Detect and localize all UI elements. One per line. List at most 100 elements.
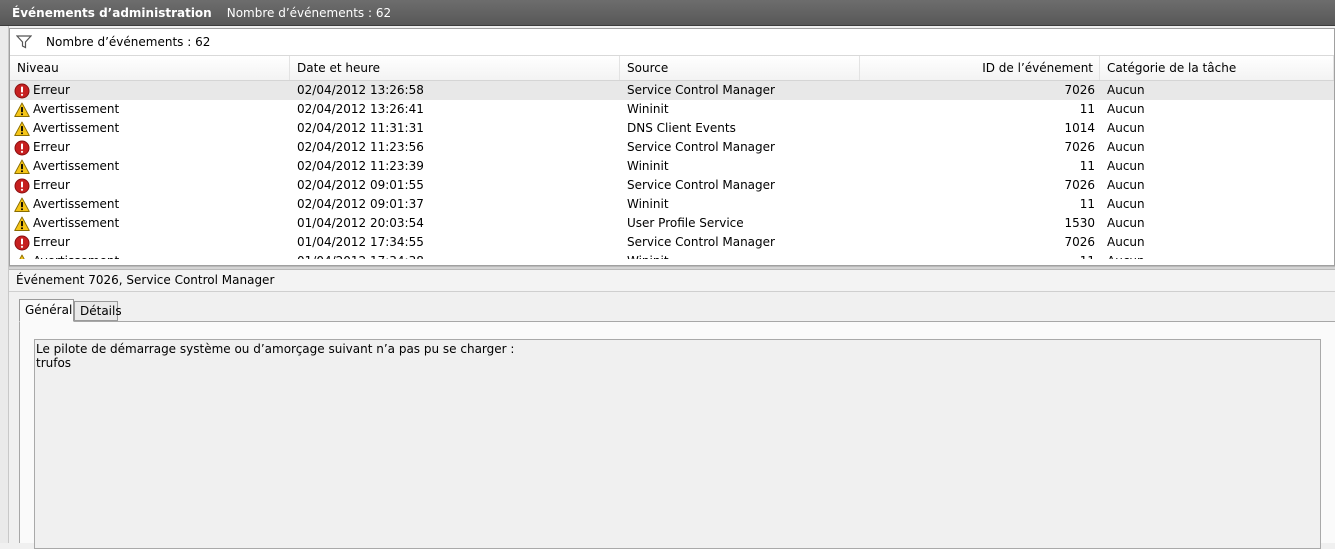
- level-cell: Erreur: [14, 138, 289, 157]
- event-id-cell: 7026: [1064, 235, 1095, 249]
- filter-bar: Nombre d’événements : 62: [10, 29, 1334, 56]
- page-title: Événements d’administration: [12, 5, 212, 20]
- filter-icon[interactable]: [16, 35, 32, 49]
- date-cell: 02/04/2012 13:26:41: [297, 102, 424, 116]
- message-line: Le pilote de démarrage système ou d’amor…: [36, 342, 515, 356]
- table-row[interactable]: Avertissement 02/04/2012 11:31:31 DNS Clie…: [10, 119, 1334, 138]
- table-row[interactable]: Erreur 02/04/2012 09:01:55 Service Control…: [10, 176, 1334, 195]
- event-detail-title: Événement 7026, Service Control Manager: [9, 270, 1335, 292]
- events-table-body: Erreur 02/04/2012 13:26:58 Service Control…: [10, 81, 1334, 259]
- event-id-cell: 1014: [1064, 121, 1095, 135]
- source-cell: DNS Client Events: [627, 121, 736, 135]
- tab-general[interactable]: Général: [19, 299, 74, 322]
- warning-icon: [14, 254, 33, 259]
- event-id-cell: 11: [861, 252, 1095, 259]
- event-id-cell: 11: [1079, 197, 1095, 211]
- error-icon: [14, 140, 33, 156]
- level-text: Avertissement: [33, 159, 120, 173]
- table-row[interactable]: Avertissement 01/04/2012 17:34:38 Wininit 1…: [10, 252, 1334, 259]
- level-text: Erreur: [33, 178, 70, 192]
- source-cell: Wininit: [627, 252, 669, 259]
- table-row[interactable]: Avertissement 02/04/2012 09:01:37 Wininit 1…: [10, 195, 1334, 214]
- date-cell: 01/04/2012 20:03:54: [297, 216, 424, 230]
- level-cell: Erreur: [14, 233, 289, 252]
- table-row[interactable]: Erreur 02/04/2012 11:23:56 Service Control…: [10, 138, 1334, 157]
- source-cell: Service Control Manager: [627, 140, 775, 154]
- level-cell: Avertissement: [14, 119, 289, 138]
- source-cell: Wininit: [627, 102, 669, 116]
- date-cell: 02/04/2012 09:01:37: [297, 197, 424, 211]
- warning-icon: [14, 197, 33, 213]
- general-tab-panel: Le pilote de démarrage système ou d’amor…: [19, 321, 1335, 549]
- date-cell: 02/04/2012 13:26:58: [297, 83, 424, 97]
- level-cell: Avertissement: [14, 100, 289, 119]
- level-text: Avertissement: [33, 121, 120, 135]
- error-icon: [14, 83, 33, 99]
- event-id-cell: 1530: [1064, 216, 1095, 230]
- event-message-box[interactable]: Le pilote de démarrage système ou d’amor…: [34, 339, 1321, 549]
- date-cell: 02/04/2012 11:23:56: [297, 140, 424, 154]
- level-cell: Erreur: [14, 176, 289, 195]
- task-category-cell: Aucun: [1107, 178, 1145, 192]
- task-category-cell: Aucun: [1107, 235, 1145, 249]
- header-event-count: Nombre d’événements : 62: [226, 5, 392, 20]
- level-text: Avertissement: [33, 197, 120, 211]
- level-text: Avertissement: [33, 102, 120, 116]
- level-text: Erreur: [33, 140, 70, 154]
- source-cell: Service Control Manager: [627, 235, 775, 249]
- table-header: Niveau Date et heure Source ID de l’évén…: [10, 56, 1334, 81]
- error-icon: [14, 178, 33, 194]
- source-cell: Wininit: [627, 159, 669, 173]
- source-cell: Wininit: [627, 197, 669, 211]
- level-text: Avertissement: [33, 252, 119, 259]
- level-cell: Erreur: [14, 81, 289, 100]
- left-pane-edge: [0, 26, 9, 543]
- task-category-cell: Aucun: [1107, 197, 1145, 211]
- table-row[interactable]: Erreur 02/04/2012 13:26:58 Service Control…: [10, 81, 1334, 100]
- level-text: Avertissement: [33, 216, 120, 230]
- task-category-cell: Aucun: [1107, 102, 1145, 116]
- level-cell: Avertissement: [14, 252, 289, 259]
- source-cell: User Profile Service: [627, 216, 744, 230]
- level-text: Erreur: [33, 235, 70, 249]
- task-category-cell: Aucun: [1107, 216, 1145, 230]
- filter-event-count: Nombre d’événements : 62: [46, 35, 211, 49]
- column-header-source[interactable]: Source: [620, 56, 860, 80]
- events-pane: Nombre d’événements : 62 Niveau Date et …: [9, 28, 1335, 266]
- level-text: Erreur: [33, 83, 70, 97]
- table-row[interactable]: Avertissement 02/04/2012 13:26:41 Wininit 1…: [10, 100, 1334, 119]
- task-category-cell: Aucun: [1107, 140, 1145, 154]
- task-category-cell: Aucun: [1107, 252, 1145, 259]
- level-cell: Avertissement: [14, 214, 289, 233]
- date-cell: 02/04/2012 11:23:39: [297, 159, 424, 173]
- table-row[interactable]: Avertissement 01/04/2012 20:03:54 User Pro…: [10, 214, 1334, 233]
- error-icon: [14, 235, 33, 251]
- level-cell: Avertissement: [14, 157, 289, 176]
- date-cell: 02/04/2012 11:31:31: [297, 121, 424, 135]
- header-bar: Événements d’administration Nombre d’évé…: [0, 0, 1335, 26]
- table-row[interactable]: Erreur 01/04/2012 17:34:55 Service Control…: [10, 233, 1334, 252]
- warning-icon: [14, 159, 33, 175]
- event-id-cell: 7026: [1064, 178, 1095, 192]
- tab-details[interactable]: Détails: [74, 301, 122, 321]
- column-header-level[interactable]: Niveau: [10, 56, 290, 80]
- event-id-cell: 11: [1079, 159, 1095, 173]
- task-category-cell: Aucun: [1107, 83, 1145, 97]
- warning-icon: [14, 216, 33, 232]
- event-id-cell: 7026: [1064, 140, 1095, 154]
- event-id-cell: 7026: [1064, 83, 1095, 97]
- column-header-date[interactable]: Date et heure: [290, 56, 620, 80]
- column-header-event-id[interactable]: ID de l’événement: [860, 56, 1100, 80]
- source-cell: Service Control Manager: [627, 83, 775, 97]
- table-row[interactable]: Avertissement 02/04/2012 11:23:39 Wininit 1…: [10, 157, 1334, 176]
- column-header-task-category[interactable]: Catégorie de la tâche: [1100, 56, 1334, 80]
- date-cell: 01/04/2012 17:34:38: [297, 252, 424, 259]
- message-line: trufos: [36, 356, 72, 370]
- warning-icon: [14, 102, 33, 118]
- warning-icon: [14, 121, 33, 137]
- date-cell: 02/04/2012 09:01:55: [297, 178, 424, 192]
- source-cell: Service Control Manager: [627, 178, 775, 192]
- task-category-cell: Aucun: [1107, 159, 1145, 173]
- event-id-cell: 11: [1079, 102, 1095, 116]
- date-cell: 01/04/2012 17:34:55: [297, 235, 424, 249]
